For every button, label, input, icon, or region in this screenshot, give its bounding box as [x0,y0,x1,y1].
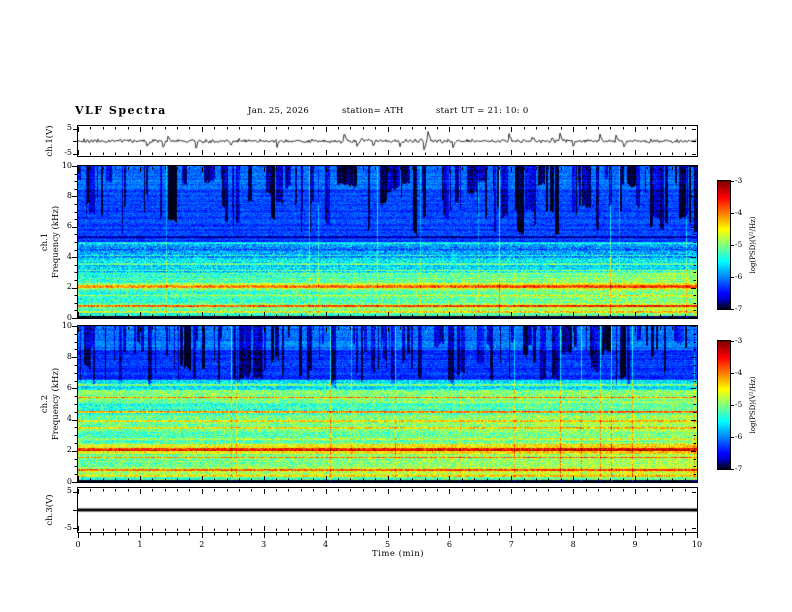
colorbar-ch2 [718,341,730,469]
colorbar-tick-label: -4 [735,208,743,217]
ch2-spectrogram-ylabel: Frequency (kHz) [51,367,61,441]
vlf-spectra-figure: VLF Spectra Jan. 25, 2026 station= ATH s… [0,0,792,612]
time-axis-label: Time (min) [371,549,425,559]
colorbar-ch1-label: log(PSD)(V²/Hz) [749,216,757,274]
y-tick-label: 2 [66,282,72,292]
colorbar-ch2-label: log(PSD)(V²/Hz) [749,376,757,434]
ch1-spectrogram-plot [78,166,697,318]
y-tick-label: 4 [66,414,72,424]
y-tick-label: 8 [66,351,72,361]
x-tick-label: 5 [384,540,391,549]
y-tick-label: 5 [66,486,72,496]
ch1-spectrogram-ylabel: Frequency (kHz) [51,205,61,279]
colorbar-tick-label: -6 [735,272,743,281]
colorbar-tick-label: -7 [735,304,743,313]
ch2-spectrogram-channel-label: ch.2 [40,394,50,414]
y-tick-label: 10 [61,320,72,330]
ch1-waveform-plot [78,126,697,156]
ch2-spectrogram-plot [78,326,697,482]
header-start-ut: start UT = 21: 10: 0 [436,106,529,116]
x-tick-label: 4 [323,540,329,549]
figure-title: VLF Spectra [75,104,167,117]
header-date: Jan. 25, 2026 [248,106,310,116]
colorbar-tick-label: -3 [735,176,743,185]
y-tick-label: 6 [66,221,72,231]
x-tick-label: 3 [261,540,267,549]
y-tick-label: 10 [61,160,72,170]
colorbar-tick-label: -5 [735,240,743,249]
x-tick-label: 0 [75,540,81,549]
x-tick-label: 7 [508,540,514,549]
y-tick-label: 5 [66,123,72,132]
colorbar-ch1 [718,181,730,309]
header-station: station= ATH [342,106,404,116]
x-tick-label: 1 [137,540,143,549]
x-tick-label: 8 [570,540,576,549]
y-tick-label: -5 [64,522,72,532]
x-tick-label: 6 [446,540,452,549]
colorbar-tick-label: -3 [735,336,743,345]
y-tick-label: 4 [66,251,72,261]
ch1-spectrogram-channel-label: ch.1 [40,232,50,252]
colorbar-tick-label: -5 [735,400,743,409]
x-tick-label: 10 [691,540,703,549]
x-tick-label: 9 [632,540,638,549]
y-tick-label: 0 [66,476,72,486]
colorbar-tick-label: -4 [735,368,743,377]
y-tick-label: 8 [66,190,72,200]
x-tick-label: 2 [199,540,205,549]
y-tick-label: -5 [64,148,72,157]
y-tick-label: 2 [66,445,72,455]
ch3-waveform-plot [78,488,697,532]
y-tick-label: 6 [66,382,72,392]
colorbar-tick-label: -6 [735,432,743,441]
ch3-waveform-ylabel: ch.3(V) [45,494,55,526]
colorbar-tick-label: -7 [735,464,743,473]
